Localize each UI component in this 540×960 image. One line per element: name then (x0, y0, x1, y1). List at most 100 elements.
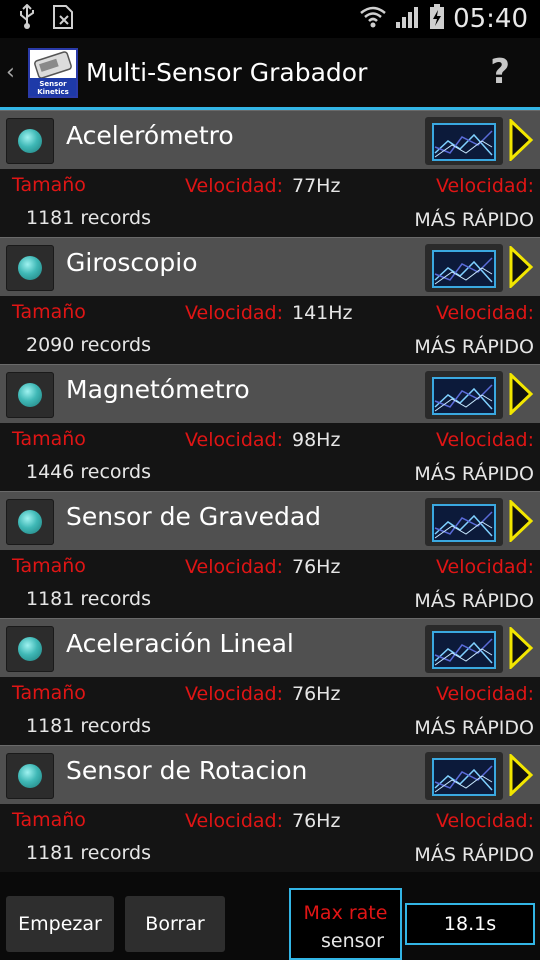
size-label: Tamaño (12, 682, 86, 704)
sensor-header: Aceleración Lineal (0, 618, 540, 677)
sensor-toggle-button[interactable] (6, 245, 54, 291)
play-icon[interactable] (508, 373, 534, 415)
sensor-info: Tamaño Velocidad: 77Hz Velocidad: 1181 r… (0, 169, 540, 237)
graph-button[interactable] (425, 752, 503, 800)
sensor-info: Tamaño Velocidad: 98Hz Velocidad: 1446 r… (0, 423, 540, 491)
speed-setting-label: Velocidad: (435, 810, 534, 832)
speed-value: 76Hz (292, 810, 341, 832)
sensor-header: Acelerómetro (0, 110, 540, 169)
led-icon (18, 637, 42, 661)
sensor-item: Giroscopio Tamaño Velocidad: 141Hz Veloc… (0, 237, 540, 364)
speed-label: Velocidad: (185, 683, 284, 705)
speed-setting-label: Velocidad: (435, 683, 534, 705)
sensor-item: Sensor de Rotacion Tamaño Velocidad: 76H… (0, 745, 540, 872)
led-icon (18, 764, 42, 788)
sensor-info: Tamaño Velocidad: 76Hz Velocidad: 1181 r… (0, 804, 540, 872)
records-count: 1181 records (26, 842, 151, 864)
sensor-item: Sensor de Gravedad Tamaño Velocidad: 76H… (0, 491, 540, 618)
speed-setting-value[interactable]: MÁS RÁPIDO (414, 844, 534, 866)
sensor-toggle-button[interactable] (6, 753, 54, 799)
rate-mode-selector[interactable]: Max rate sensor (289, 888, 402, 960)
play-icon[interactable] (508, 119, 534, 161)
clock: 05:40 (453, 4, 528, 34)
size-label: Tamaño (12, 555, 86, 577)
speed-label: Velocidad: (185, 429, 284, 451)
sensor-toggle-button[interactable] (6, 626, 54, 672)
usb-icon (18, 3, 36, 34)
speed-setting-value[interactable]: MÁS RÁPIDO (414, 336, 534, 358)
size-label: Tamaño (12, 301, 86, 323)
elapsed-time: 18.1s (405, 903, 535, 945)
sensor-header: Sensor de Rotacion (0, 745, 540, 804)
speed-setting-value[interactable]: MÁS RÁPIDO (414, 463, 534, 485)
records-count: 1181 records (26, 207, 151, 229)
graph-button[interactable] (425, 625, 503, 673)
logo-text-sensor: Sensor (39, 80, 67, 88)
sensor-name: Sensor de Rotacion (66, 756, 308, 785)
clear-button[interactable]: Borrar (125, 896, 225, 952)
graph-icon (432, 377, 496, 415)
rate-mode-sublabel: sensor (321, 930, 384, 952)
sensor-name: Acelerómetro (66, 121, 234, 150)
records-count: 2090 records (26, 334, 151, 356)
sensor-name: Aceleración Lineal (66, 629, 294, 658)
speed-setting-label: Velocidad: (435, 429, 534, 451)
led-icon (18, 383, 42, 407)
sensor-item: Aceleración Lineal Tamaño Velocidad: 76H… (0, 618, 540, 745)
records-count: 1446 records (26, 461, 151, 483)
size-label: Tamaño (12, 174, 86, 196)
graph-icon (432, 123, 496, 161)
play-icon[interactable] (508, 500, 534, 542)
sensor-info: Tamaño Velocidad: 141Hz Velocidad: 2090 … (0, 296, 540, 364)
battery-icon (429, 4, 445, 34)
size-label: Tamaño (12, 809, 86, 831)
sensor-toggle-button[interactable] (6, 118, 54, 164)
app-logo[interactable]: Sensor Kinetics (28, 48, 78, 98)
speed-value: 98Hz (292, 429, 341, 451)
led-icon (18, 510, 42, 534)
speed-value: 76Hz (292, 683, 341, 705)
sensor-name: Magnetómetro (66, 375, 250, 404)
graph-icon (432, 631, 496, 669)
rate-mode-label: Max rate (303, 902, 388, 924)
play-icon[interactable] (508, 627, 534, 669)
speed-value: 141Hz (292, 302, 353, 324)
sensor-list: Acelerómetro Tamaño Velocidad: 77Hz Velo… (0, 110, 540, 872)
sensor-toggle-button[interactable] (6, 372, 54, 418)
sensor-item: Magnetómetro Tamaño Velocidad: 98Hz Velo… (0, 364, 540, 491)
help-button[interactable]: ? (490, 52, 510, 92)
graph-icon (432, 250, 496, 288)
action-bar: ‹ Sensor Kinetics Multi-Sensor Grabador … (0, 38, 540, 108)
app-title: Multi-Sensor Grabador (86, 58, 368, 87)
speed-setting-value[interactable]: MÁS RÁPIDO (414, 590, 534, 612)
sensor-toggle-button[interactable] (6, 499, 54, 545)
graph-button[interactable] (425, 244, 503, 292)
logo-text-kinetics: Kinetics (37, 88, 69, 96)
speed-label: Velocidad: (185, 556, 284, 578)
speed-label: Velocidad: (185, 302, 284, 324)
speed-value: 76Hz (292, 556, 341, 578)
graph-button[interactable] (425, 498, 503, 546)
graph-icon (432, 758, 496, 796)
speed-setting-value[interactable]: MÁS RÁPIDO (414, 717, 534, 739)
speed-setting-value[interactable]: MÁS RÁPIDO (414, 209, 534, 231)
speed-setting-label: Velocidad: (435, 175, 534, 197)
led-icon (18, 129, 42, 153)
graph-icon (432, 504, 496, 542)
graph-button[interactable] (425, 371, 503, 419)
speed-label: Velocidad: (185, 175, 284, 197)
speed-setting-label: Velocidad: (435, 302, 534, 324)
sensor-header: Magnetómetro (0, 364, 540, 423)
play-icon[interactable] (508, 246, 534, 288)
start-button[interactable]: Empezar (6, 896, 114, 952)
back-chevron-icon[interactable]: ‹ (6, 60, 15, 85)
no-sim-icon (52, 4, 74, 34)
graph-button[interactable] (425, 117, 503, 165)
sensor-header: Giroscopio (0, 237, 540, 296)
records-count: 1181 records (26, 715, 151, 737)
size-label: Tamaño (12, 428, 86, 450)
play-icon[interactable] (508, 754, 534, 796)
sensor-name: Sensor de Gravedad (66, 502, 322, 531)
speed-setting-label: Velocidad: (435, 556, 534, 578)
sensor-header: Sensor de Gravedad (0, 491, 540, 550)
